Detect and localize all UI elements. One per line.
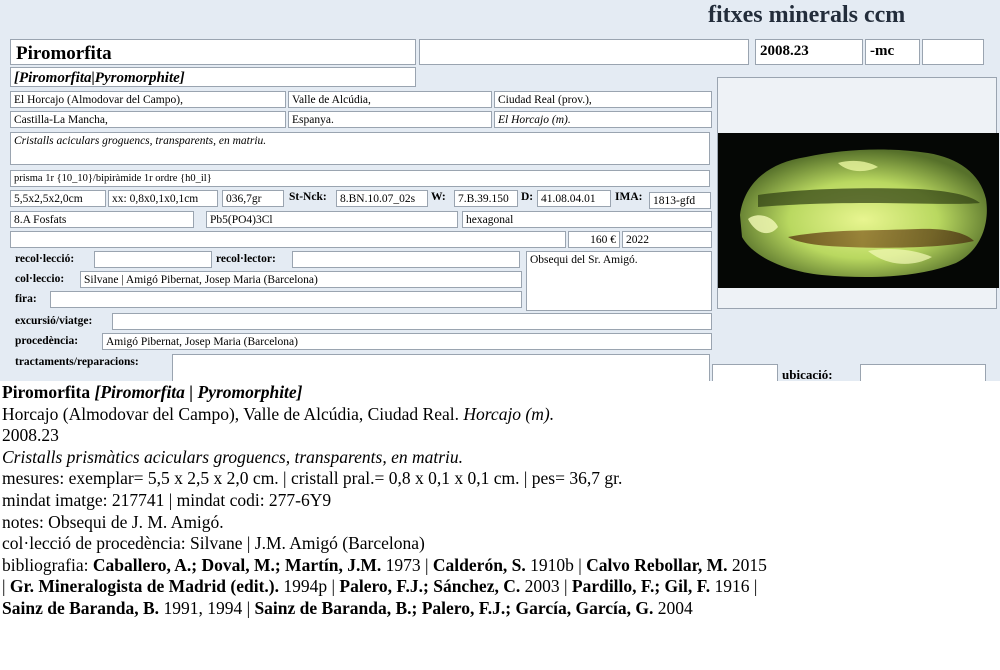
- fira-field[interactable]: [50, 291, 522, 308]
- bib-author: Palero, F.J.; Sánchez, C.: [339, 576, 521, 597]
- w-label: W:: [431, 191, 446, 203]
- info-code: 2008.23: [2, 425, 59, 446]
- code-field[interactable]: 2008.23: [755, 39, 863, 65]
- excursio-label: excursió/viatge:: [15, 315, 93, 327]
- strunz-nickel-field[interactable]: 8.BN.10.07_02s: [336, 190, 428, 207]
- crystal-forms-field[interactable]: prisma 1r {10_10}/bipiràmide 1r ordre {h…: [10, 170, 710, 187]
- formula-field[interactable]: Pb5(PO4)3Cl: [206, 211, 458, 228]
- info-name: Piromorfita: [2, 382, 91, 402]
- tractaments-label: tractaments/reparacions:: [15, 356, 139, 368]
- ubicacio-blank-field[interactable]: [712, 364, 778, 381]
- bib-author: Pardillo, F.; Gil, F.: [571, 576, 711, 597]
- year-field[interactable]: 2022: [622, 231, 712, 248]
- size-field[interactable]: 5,5x2,5x2,0cm: [10, 190, 106, 207]
- colleccio-label: col·leccio:: [15, 273, 65, 285]
- info-description: Cristalls prismàtics aciculars groguencs…: [2, 446, 464, 467]
- bib-author: Sainz de Baranda, B.; Palero, F.J.; Garc…: [254, 597, 654, 618]
- ima-field[interactable]: 1813-gfd: [649, 192, 711, 209]
- community-field[interactable]: Castilla-La Mancha,: [10, 111, 286, 128]
- bib-lead: |: [2, 576, 10, 597]
- bib-author: Sainz de Baranda, B.: [2, 597, 160, 618]
- info-locality-mine: Horcajo (m).: [463, 403, 555, 424]
- strunz-nickel-label: St-Nck:: [289, 191, 327, 203]
- colleccio-field[interactable]: Silvane | Amigó Pibernat, Josep Maria (B…: [80, 271, 522, 288]
- description-field[interactable]: Cristalls aciculars groguencs, transpare…: [10, 132, 710, 165]
- excursio-field[interactable]: [112, 313, 712, 330]
- recoleccio-field[interactable]: [94, 251, 212, 268]
- info-synonym: [Piromorfita | Pyromorphite]: [94, 382, 303, 402]
- info-measures: mesures: exemplar= 5,5 x 2,5 x 2,0 cm. |…: [2, 468, 623, 489]
- bib-author: Gr. Mineralogista de Madrid (edit.).: [9, 576, 280, 597]
- class-field[interactable]: 8.A Fosfats: [10, 211, 194, 228]
- specimen-info: Piromorfita [Piromorfita | Pyromorphite]…: [2, 382, 1000, 620]
- region-field[interactable]: Valle de Alcúdia,: [288, 91, 492, 108]
- bib-year: 2015: [727, 554, 767, 575]
- blank-price-row-field[interactable]: [10, 231, 566, 248]
- fira-label: fira:: [15, 293, 37, 305]
- bib-year: 2004: [653, 597, 693, 618]
- info-provenance: col·lecció de procedència: Silvane | J.M…: [2, 533, 425, 554]
- ubicacio-label: ubicació:: [782, 367, 833, 381]
- recolector-field[interactable]: [292, 251, 520, 268]
- info-title-line: Piromorfita [Piromorfita | Pyromorphite]: [2, 382, 1000, 404]
- d-field[interactable]: 41.08.04.01: [537, 190, 611, 207]
- info-biblio-line-1: bibliografia: Caballero, A.; Doval, M.; …: [2, 555, 1000, 577]
- info-locality-line: Horcajo (Almodovar del Campo), Valle de …: [2, 404, 1000, 426]
- crystal-size-field[interactable]: xx: 0,8x0,1x0,1cm: [108, 190, 218, 207]
- bib-year: 1910b |: [525, 554, 587, 575]
- system-field[interactable]: hexagonal: [462, 211, 712, 228]
- d-label: D:: [521, 191, 534, 203]
- biblio-label: bibliografia:: [2, 554, 89, 575]
- tractaments-field[interactable]: [172, 354, 710, 381]
- bib-author: Calderón, S.: [432, 554, 526, 575]
- bib-year: 1994p |: [279, 576, 340, 597]
- info-mindat: mindat imatge: 217741 | mindat codi: 277…: [2, 489, 332, 510]
- bib-year: 1991, 1994 |: [159, 597, 255, 618]
- mine-field[interactable]: El Horcajo (m).: [494, 111, 712, 128]
- procedencia-label: procedència:: [15, 335, 79, 347]
- w-field[interactable]: 7.B.39.150: [454, 190, 518, 207]
- info-notes: notes: Obsequi de J. M. Amigó.: [2, 511, 224, 532]
- province-field[interactable]: Ciudad Real (prov.),: [494, 91, 712, 108]
- bib-author: Calvo Rebollar, M.: [586, 554, 728, 575]
- ubicacio-field[interactable]: [860, 364, 986, 381]
- notes-field[interactable]: Obsequi del Sr. Amigó.: [526, 251, 712, 311]
- info-locality: Horcajo (Almodovar del Campo), Valle de …: [2, 403, 459, 424]
- site-title: fitxes minerals ccm: [708, 2, 906, 28]
- bib-year: 2003 |: [520, 576, 572, 597]
- recolector-label: recol·lector:: [216, 253, 276, 265]
- suffix-field[interactable]: -mc: [865, 39, 920, 65]
- locality-field[interactable]: El Horcajo (Almodovar del Campo),: [10, 91, 286, 108]
- blank-field[interactable]: [419, 39, 749, 65]
- weight-field[interactable]: 036,7gr: [222, 190, 284, 207]
- mineral-card-form: fitxes minerals ccm Piromorfita 2008.23 …: [0, 0, 1000, 381]
- mineral-name-field[interactable]: Piromorfita: [10, 39, 416, 65]
- info-biblio-line-3: Sainz de Baranda, B. 1991, 1994 | Sainz …: [2, 598, 1000, 620]
- price-field[interactable]: 160 €: [568, 231, 620, 248]
- bib-author: Caballero, A.; Doval, M.; Martín, J.M.: [92, 554, 382, 575]
- bib-year: 1916 |: [710, 576, 758, 597]
- country-field[interactable]: Espanya.: [288, 111, 492, 128]
- procedencia-field[interactable]: Amigó Pibernat, Josep Maria (Barcelona): [102, 333, 712, 350]
- blank-suffix-field[interactable]: [922, 39, 984, 65]
- bib-year: 1973 |: [381, 554, 433, 575]
- recoleccio-label: recol·lecció:: [15, 253, 75, 265]
- synonym-field[interactable]: [Piromorfita|Pyromorphite]: [10, 67, 416, 87]
- mineral-photo[interactable]: [718, 133, 999, 288]
- ima-label: IMA:: [615, 191, 643, 203]
- info-biblio-line-2: | Gr. Mineralogista de Madrid (edit.). 1…: [2, 576, 1000, 598]
